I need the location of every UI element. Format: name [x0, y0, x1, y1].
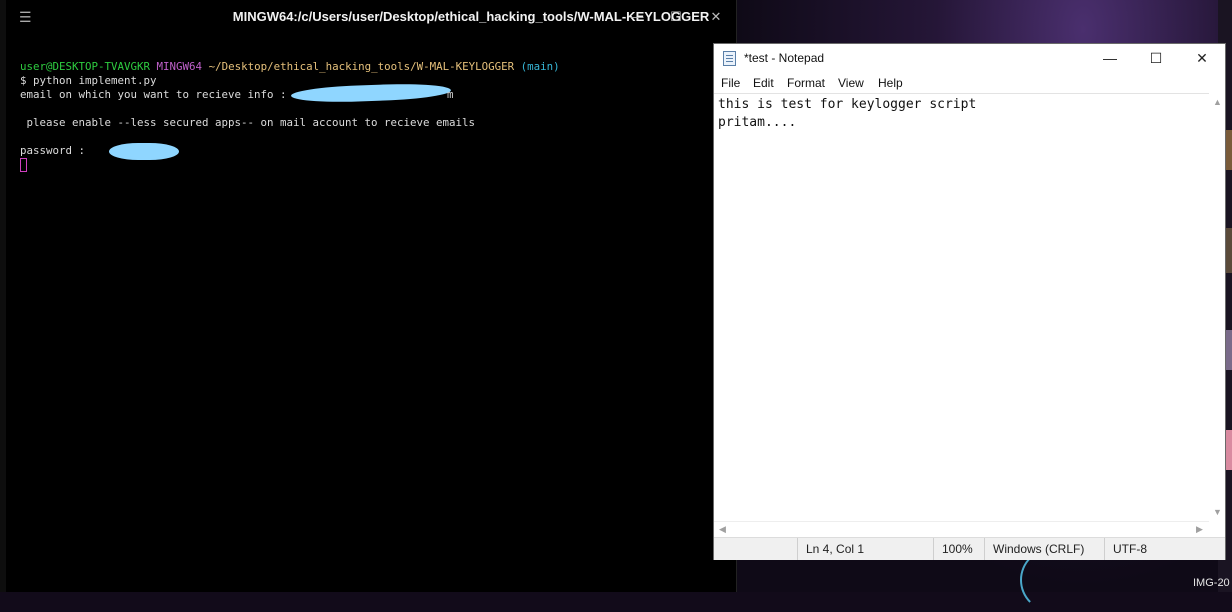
menu-file[interactable]: File — [721, 76, 740, 90]
minimize-icon[interactable]: — — [620, 5, 654, 29]
prompt-branch: (main) — [520, 60, 560, 73]
editor-line: pritam.... — [718, 115, 797, 130]
email-tail: m — [447, 88, 454, 101]
menu-format[interactable]: Format — [787, 76, 825, 90]
status-cursor-position: Ln 4, Col 1 — [797, 538, 931, 560]
maximize-icon[interactable]: ☐ — [1133, 44, 1179, 73]
notepad-editor[interactable]: this is test for keylogger script pritam… — [714, 93, 1209, 522]
hamburger-icon[interactable]: ☰ — [19, 9, 32, 26]
prompt-path: ~/Desktop/ethical_hacking_tools/W-MAL-KE… — [208, 60, 515, 73]
command-line: $ python implement.py — [20, 74, 157, 87]
terminal-output[interactable]: user@DESKTOP-TVAVGKR MINGW64 ~/Desktop/e… — [20, 60, 560, 158]
notepad-title: *test - Notepad — [744, 51, 825, 65]
menu-help[interactable]: Help — [878, 76, 903, 90]
status-line-ending: Windows (CRLF) — [984, 538, 1095, 560]
notepad-statusbar: Ln 4, Col 1 100% Windows (CRLF) UTF-8 — [714, 537, 1225, 560]
scroll-left-icon[interactable]: ◀ — [719, 524, 726, 535]
menu-view[interactable]: View — [838, 76, 864, 90]
status-encoding: UTF-8 — [1104, 538, 1213, 560]
editor-line: this is test for keylogger script — [718, 97, 977, 112]
password-prompt: password : — [20, 144, 86, 157]
minimize-icon[interactable]: — — [1087, 44, 1133, 73]
horizontal-scrollbar[interactable]: ◀ ▶ — [714, 521, 1209, 538]
desktop-file-label[interactable]: IMG-20 — [1193, 577, 1230, 589]
terminal-window[interactable]: ☰ MINGW64:/c/Users/user/Desktop/ethical_… — [6, 0, 737, 592]
notepad-icon — [723, 51, 736, 66]
terminal-titlebar[interactable]: ☰ MINGW64:/c/Users/user/Desktop/ethical_… — [6, 0, 736, 34]
status-zoom: 100% — [933, 538, 984, 560]
notepad-titlebar[interactable]: *test - Notepad — ☐ ✕ — [714, 44, 1225, 73]
maximize-icon[interactable]: ☐ — [659, 5, 693, 29]
scroll-down-icon[interactable]: ▼ — [1213, 507, 1222, 517]
notice-line: please enable --less secured apps-- on m… — [20, 116, 476, 129]
close-icon[interactable]: ✕ — [1179, 44, 1225, 73]
menu-edit[interactable]: Edit — [753, 76, 774, 90]
terminal-cursor — [20, 158, 27, 172]
notepad-menubar: File Edit Format View Help — [714, 73, 1225, 93]
close-icon[interactable]: ✕ — [699, 5, 733, 29]
redacted-password — [109, 143, 179, 160]
email-prompt: email on which you want to recieve info … — [20, 88, 287, 101]
notepad-window[interactable]: *test - Notepad — ☐ ✕ File Edit Format V… — [714, 44, 1225, 560]
prompt-shell: MINGW64 — [156, 60, 203, 73]
prompt-user: user@DESKTOP-TVAVGKR — [20, 60, 151, 73]
scroll-up-icon[interactable]: ▲ — [1213, 97, 1222, 107]
scroll-right-icon[interactable]: ▶ — [1196, 524, 1203, 535]
vertical-scrollbar[interactable]: ▲ ▼ — [1209, 93, 1225, 521]
